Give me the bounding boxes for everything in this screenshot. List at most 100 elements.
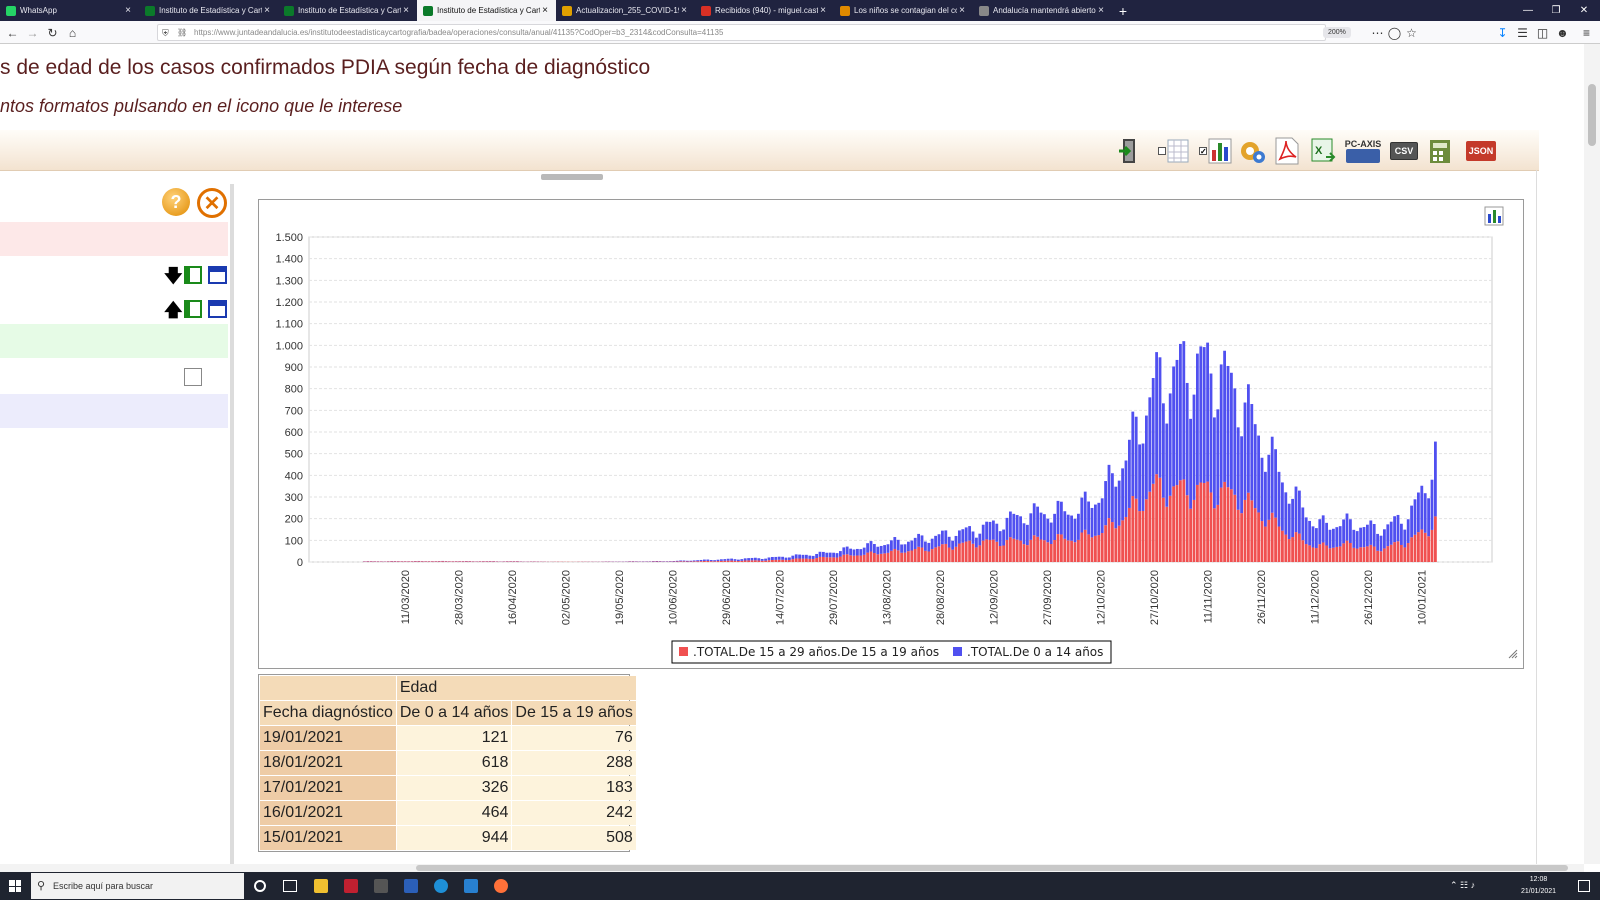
bar-0-14 xyxy=(958,530,961,544)
browser-tab[interactable]: Instituto de Estadística y Carto × xyxy=(417,0,556,21)
panel-splitter-handle[interactable] xyxy=(541,174,603,180)
taskbar-search-input[interactable]: ⚲ Escribe aquí para buscar xyxy=(31,873,244,899)
file-explorer-icon[interactable] xyxy=(314,879,328,893)
account-icon[interactable]: ☻ xyxy=(1554,24,1571,41)
library-icon[interactable]: ☰ xyxy=(1514,24,1531,41)
bar-15-19 xyxy=(1009,537,1012,562)
pocket-icon[interactable]: ◯ xyxy=(1386,24,1403,41)
browser-tab[interactable]: Andalucía mantendrá abiertos × xyxy=(973,0,1112,21)
horizontal-scrollbar[interactable] xyxy=(0,864,1584,872)
bar-15-19 xyxy=(849,555,852,562)
firefox-icon[interactable] xyxy=(494,879,508,893)
csv-export-icon[interactable]: CSV xyxy=(1387,136,1421,166)
table-view-icon[interactable] xyxy=(1166,136,1190,166)
browser-tab[interactable]: Actualizacion_255_COVID-19.p × xyxy=(556,0,695,21)
browser-tab[interactable]: Los niños se contagian del cor × xyxy=(834,0,973,21)
reload-icon[interactable]: ↻ xyxy=(44,24,61,41)
tab-close-icon[interactable]: × xyxy=(1096,5,1106,16)
notifications-icon[interactable] xyxy=(1578,880,1590,892)
vertical-scrollbar[interactable] xyxy=(1584,44,1600,864)
tab-close-icon[interactable]: × xyxy=(401,5,411,16)
close-window-icon[interactable]: ✕ xyxy=(1570,0,1598,21)
taskbar-clock[interactable]: 12:08 21/01/2021 xyxy=(1521,874,1556,898)
dimension-table-icon-2[interactable] xyxy=(184,300,202,318)
tab-close-icon[interactable]: × xyxy=(679,5,689,16)
back-arrow-icon[interactable]: ← xyxy=(4,24,21,41)
filter-checkbox[interactable] xyxy=(184,368,202,386)
home-icon[interactable]: ⌂ xyxy=(64,24,81,41)
browser-tab[interactable]: Recibidos (940) - miguel.castil × xyxy=(695,0,834,21)
menu-icon[interactable]: ≡ xyxy=(1578,24,1595,41)
bar-0-14 xyxy=(839,551,842,557)
windows-start-icon[interactable] xyxy=(9,880,21,892)
calculator-icon[interactable] xyxy=(1426,136,1454,166)
bar-15-19 xyxy=(733,560,737,562)
cortana-icon[interactable] xyxy=(254,880,266,892)
legend-label-0-14: .TOTAL.De 0 a 14 años xyxy=(967,645,1103,659)
sidebar-icon[interactable]: ◫ xyxy=(1534,24,1551,41)
bar-15-19 xyxy=(1335,546,1339,562)
mcafee-icon[interactable] xyxy=(344,879,358,893)
excel-export-icon[interactable]: X xyxy=(1309,136,1337,166)
bar-15-19 xyxy=(1063,538,1067,562)
json-export-icon[interactable]: JSON xyxy=(1464,136,1498,166)
bar-chart-icon[interactable] xyxy=(1207,136,1233,166)
bar-15-19 xyxy=(461,561,465,562)
tab-close-icon[interactable]: × xyxy=(123,5,133,16)
dimension-columns-icon-2[interactable] xyxy=(208,300,227,318)
bar-15-19 xyxy=(1413,534,1417,562)
table-corner-cell xyxy=(260,676,396,700)
table-view-checkbox[interactable] xyxy=(1158,136,1166,166)
minimize-icon[interactable]: — xyxy=(1514,0,1542,21)
bar-15-19 xyxy=(730,560,733,562)
chart-view-checkbox[interactable]: ✓ xyxy=(1199,136,1207,166)
json-label: JSON xyxy=(1465,141,1497,161)
help-icon[interactable]: ? xyxy=(162,188,190,216)
tab-close-icon[interactable]: × xyxy=(540,5,550,16)
edge-icon[interactable] xyxy=(434,879,448,893)
bookmark-star-icon[interactable]: ☆ xyxy=(1403,24,1420,41)
value-0-14-cell: 121 xyxy=(396,726,512,750)
address-bar[interactable]: ⛨ ⛓ https://www.juntadeandalucia.es/inst… xyxy=(157,24,1326,41)
pdf-export-icon[interactable] xyxy=(1273,136,1301,166)
tab-close-icon[interactable]: × xyxy=(262,5,272,16)
bar-0-14 xyxy=(954,535,958,547)
bar-0-14 xyxy=(1430,479,1434,530)
forward-arrow-icon[interactable]: → xyxy=(24,24,41,41)
move-down-arrow-icon[interactable]: 🡇 xyxy=(164,264,183,294)
dimension-table-icon[interactable] xyxy=(184,266,202,284)
word-icon[interactable] xyxy=(404,879,418,893)
bar-0-14 xyxy=(1111,473,1114,523)
bar-0-14 xyxy=(971,531,975,544)
bar-0-14 xyxy=(777,556,781,560)
bar-0-14 xyxy=(930,538,934,550)
browser-tab[interactable]: Instituto de Estadística y Carto × xyxy=(278,0,417,21)
zoom-level-badge[interactable]: 200% xyxy=(1323,27,1351,38)
more-actions-icon[interactable]: ⋯ xyxy=(1369,24,1386,41)
store-icon[interactable] xyxy=(374,879,388,893)
exit-door-icon[interactable] xyxy=(1117,136,1143,166)
bar-15-19 xyxy=(1155,474,1158,562)
bar-15-19 xyxy=(1158,477,1162,562)
vertical-scroll-thumb[interactable] xyxy=(1588,84,1596,146)
system-tray-icons[interactable]: ⌃ ☷ ♪ xyxy=(1450,880,1510,892)
horizontal-scroll-thumb[interactable] xyxy=(416,865,1568,871)
dimension-columns-icon[interactable] xyxy=(208,266,227,284)
pcaxis-export-icon[interactable]: PC-AXIS xyxy=(1344,136,1382,166)
tab-close-icon[interactable]: × xyxy=(957,5,967,16)
y-tick-label: 1.000 xyxy=(275,340,303,352)
close-panel-icon[interactable]: ✕ xyxy=(197,188,227,218)
tab-close-icon[interactable]: × xyxy=(818,5,828,16)
browser-tab[interactable]: Instituto de Estadística y Carto × xyxy=(139,0,278,21)
task-view-icon[interactable] xyxy=(283,880,297,892)
chart-type-icon[interactable] xyxy=(1484,206,1504,226)
download-icon[interactable]: ↧ xyxy=(1494,24,1511,41)
settings-gear-icon[interactable] xyxy=(1237,136,1267,166)
restore-icon[interactable]: ❐ xyxy=(1542,0,1570,21)
browser-tab[interactable]: WhatsApp × xyxy=(0,0,139,21)
bar-0-14 xyxy=(1209,373,1213,493)
bar-15-19 xyxy=(964,541,968,562)
bar-15-19 xyxy=(1318,544,1322,562)
mail-icon[interactable] xyxy=(464,879,478,893)
new-tab-button[interactable]: + xyxy=(1112,0,1134,21)
